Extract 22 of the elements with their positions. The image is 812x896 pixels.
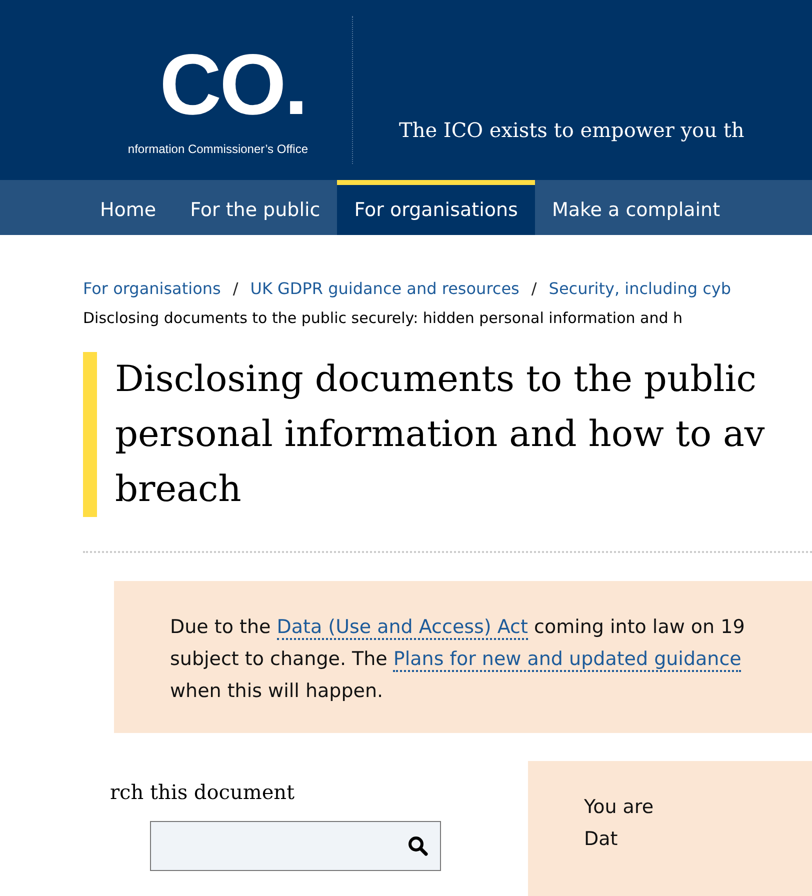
info-text: Dat (584, 826, 619, 852)
nav-tab[interactable]: Home (83, 180, 174, 235)
breadcrumb-separator: / (530, 278, 538, 300)
page-title: Disclosing documents to the public personal information and how to av breach (114, 358, 765, 512)
logo-subtitle: nformation Commissioner’s Office (128, 141, 308, 158)
nav-tab[interactable]: Make a complaint (534, 180, 738, 235)
breadcrumb-current: Disclosing documents to the public securely: hidden personal information and h (83, 308, 684, 329)
breadcrumb-link[interactable]: For organisations (83, 277, 221, 301)
breadcrumb-separator: / (232, 278, 240, 300)
tagline: The ICO exists to empower you th (399, 118, 744, 142)
notice-text: Due to the Data (Use and Access) Act coming into law on 19 subject to change. The Plans for new and updated guidance when this will happen. (170, 614, 746, 704)
nav-tab[interactable]: For organisations (337, 180, 535, 235)
notice-link[interactable]: Data (Use and Access) Act (276, 616, 528, 640)
nav-tab[interactable]: For the public (173, 180, 338, 235)
search-label: rch this document (110, 778, 296, 806)
search-field[interactable] (150, 820, 441, 870)
info-text: You are (584, 794, 655, 820)
notice-link[interactable]: Plans for new and updated guidance (393, 648, 742, 672)
logo[interactable]: CO. (160, 42, 306, 128)
breadcrumb-link[interactable]: Security, including cyb (548, 277, 732, 301)
search-icon[interactable] (408, 836, 428, 856)
breadcrumb-link[interactable]: UK GDPR guidance and resources (250, 277, 520, 301)
